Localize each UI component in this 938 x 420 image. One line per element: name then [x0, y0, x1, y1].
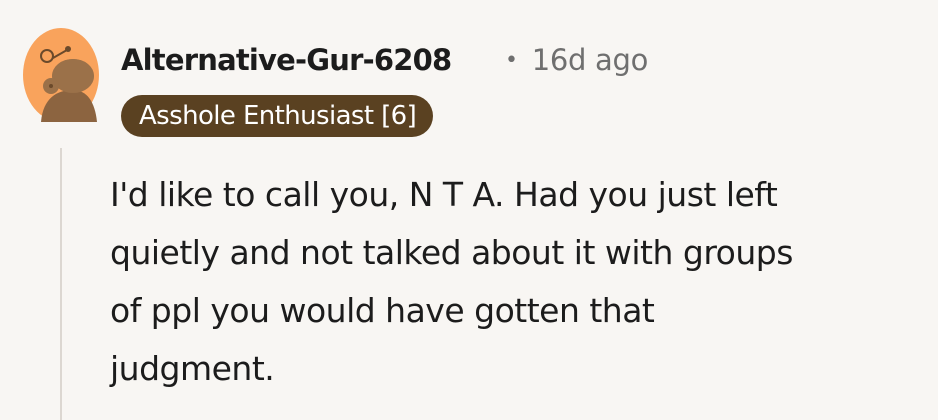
comment-meta: • 16d ago	[505, 40, 648, 84]
separator-dot: •	[505, 48, 518, 73]
comment: Alternative-Gur-6208 • 16d ago Asshole En…	[0, 0, 938, 420]
author-username[interactable]: Alternative-Gur-6208	[121, 40, 452, 80]
thread-line[interactable]	[60, 148, 62, 420]
timestamp[interactable]: 16d ago	[532, 43, 649, 77]
comment-body-line: judgment.	[110, 349, 275, 388]
comment-body-line: I'd like to call you, N T A. Had you jus…	[110, 175, 778, 214]
comment-body-line: quietly and not talked about it with gro…	[110, 233, 793, 272]
user-flair-badge: Asshole Enthusiast [6]	[121, 95, 434, 137]
snoo-avatar-icon[interactable]	[23, 28, 99, 122]
comment-body-line: of ppl you would have gotten that	[110, 291, 655, 330]
comment-body: I'd like to call you, N T A. Had you jus…	[110, 166, 920, 398]
